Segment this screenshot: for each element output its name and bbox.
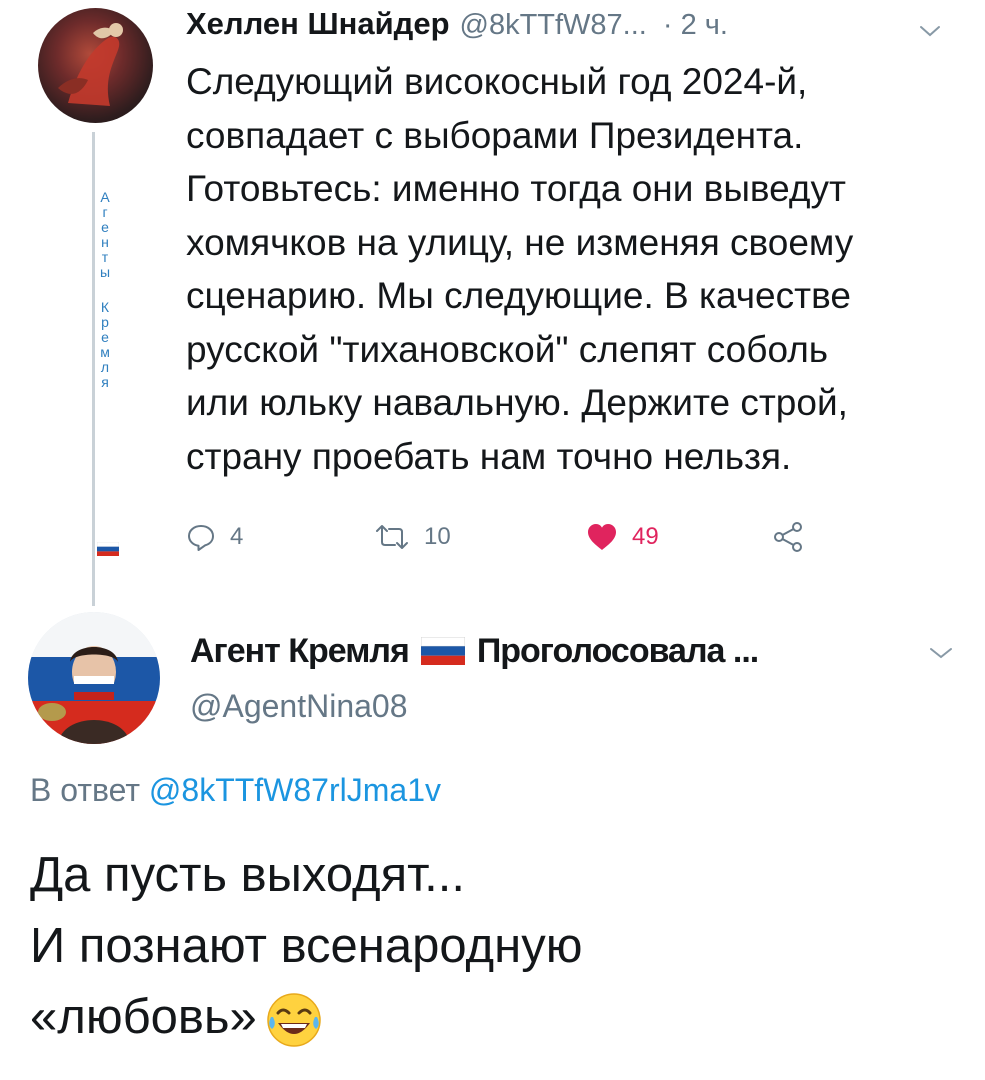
retweet-button[interactable]: 10 [374,514,451,560]
author-name[interactable]: Хеллен Шнайдер [186,6,450,42]
like-count: 49 [632,523,659,550]
reply-mention-link[interactable]: @8kTTfW87rlJma1v [149,772,441,808]
reply-icon [188,525,214,551]
thread-connector-line [92,132,95,606]
laughing-tears-emoji-icon [266,993,321,1047]
russia-flag-icon [97,542,119,556]
avatar[interactable] [28,612,160,744]
thread-vertical-label: А г е н т ы К р е м л я [99,189,111,390]
russia-flag-icon [420,637,465,665]
author-handle[interactable]: @AgentNina08 [190,688,408,725]
like-button[interactable]: 49 [586,514,659,560]
author-name-suffix[interactable]: Проголосовала ... [477,632,759,671]
tweet-text-container: Да пусть выходят... И познают всенародну… [30,840,970,1053]
tweet-time[interactable]: · 2 ч. [663,9,728,42]
retweet-count: 10 [424,523,451,550]
retweet-icon [376,525,408,549]
reply-count: 4 [230,523,244,550]
share-icon [774,522,802,552]
chevron-down-icon[interactable] [928,644,954,662]
tweet-header: Агент Кремля Проголосовала ... [190,628,759,674]
reply-label: В ответ [30,772,141,808]
tweet-header: Хеллен Шнайдер @8kTTfW87... · 2 ч. [186,6,728,48]
reply-button[interactable]: 4 [186,514,243,560]
heart-icon [588,524,616,550]
author-handle[interactable]: @8kTTfW87... [460,9,647,42]
author-name[interactable]: Агент Кремля [190,632,410,671]
chevron-down-icon[interactable] [918,22,942,40]
share-button[interactable] [772,514,804,560]
tweet-text: Следующий високосный год 2024-й, совпада… [186,61,854,477]
avatar[interactable] [38,8,153,123]
reply-context: В ответ @8kTTfW87rlJma1v [30,772,441,809]
